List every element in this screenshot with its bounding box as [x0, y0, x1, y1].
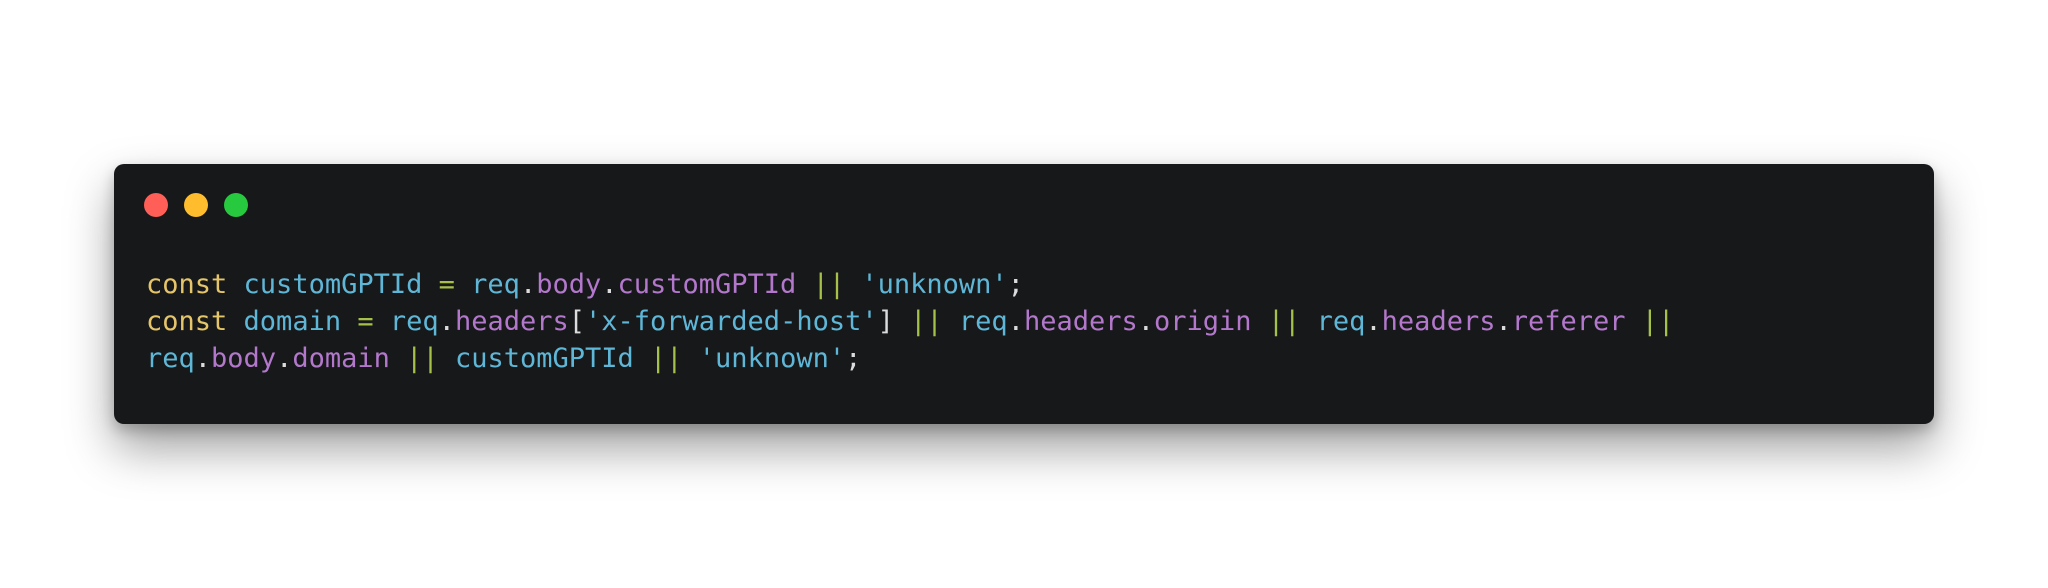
code-token-punctuation — [943, 306, 959, 337]
code-token-operator: || — [910, 306, 943, 337]
code-token-punctuation — [374, 306, 390, 337]
code-token-operator: || — [650, 343, 683, 374]
code-token-punctuation — [1626, 306, 1642, 337]
code-token-punctuation: . — [1365, 306, 1382, 337]
code-token-operator: = — [438, 269, 455, 300]
code-token-punctuation — [455, 269, 471, 300]
code-token-keyword: const — [146, 269, 228, 300]
code-token-punctuation: ] — [877, 306, 894, 337]
maximize-button[interactable] — [224, 193, 248, 217]
code-token-string: 'unknown' — [698, 343, 846, 374]
code-token-punctuation — [1300, 306, 1316, 337]
code-token-property: headers — [1381, 306, 1496, 337]
code-token-punctuation — [227, 306, 243, 337]
code-token-property: customGPTId — [617, 269, 797, 300]
code-token-operator: || — [1641, 306, 1675, 337]
code-token-property: referer — [1511, 306, 1626, 337]
code-token-punctuation: . — [519, 269, 537, 300]
code-token-identifier: customGPTId — [454, 343, 634, 374]
code-token-punctuation — [894, 306, 910, 337]
code-token-punctuation — [439, 343, 455, 374]
code-line: const domain = req.headers['x-forwarded-… — [146, 303, 1674, 340]
code-token-punctuation — [341, 306, 357, 337]
window-controls — [144, 193, 248, 217]
code-line: req.body.domain || customGPTId || 'unkno… — [146, 340, 1674, 377]
code-token-identifier: req — [389, 306, 439, 337]
code-token-identifier: req — [146, 343, 195, 374]
code-token-punctuation: . — [276, 343, 293, 374]
code-token-keyword: const — [146, 306, 228, 337]
code-token-operator: || — [406, 343, 439, 374]
code-token-punctuation: . — [1495, 306, 1512, 337]
code-block: const customGPTId = req.body.customGPTId… — [146, 266, 1674, 377]
code-token-property: headers — [1023, 306, 1138, 337]
code-token-punctuation: [ — [568, 306, 585, 337]
code-token-punctuation — [390, 343, 406, 374]
code-token-punctuation: . — [194, 343, 212, 374]
code-token-property: body — [536, 269, 602, 300]
code-token-property: domain — [292, 343, 390, 374]
code-token-property: body — [211, 343, 277, 374]
code-token-punctuation: . — [1137, 306, 1155, 337]
code-token-punctuation: . — [1007, 306, 1024, 337]
code-token-property: origin — [1154, 306, 1252, 337]
code-token-punctuation — [422, 269, 438, 300]
code-token-identifier: domain — [243, 306, 342, 337]
code-token-identifier: req — [1316, 306, 1366, 337]
code-token-punctuation — [227, 269, 243, 300]
code-token-identifier: req — [471, 269, 520, 300]
code-window: const customGPTId = req.body.customGPTId… — [114, 164, 1934, 424]
code-token-string: 'x-forwarded-host' — [585, 306, 878, 337]
code-token-operator: || — [812, 269, 846, 300]
code-token-punctuation — [634, 343, 650, 374]
code-token-punctuation — [796, 269, 812, 300]
code-token-string: 'unknown' — [861, 269, 1008, 300]
code-token-punctuation — [1252, 306, 1268, 337]
code-line: const customGPTId = req.body.customGPTId… — [146, 266, 1674, 303]
code-token-punctuation: ; — [1007, 269, 1024, 300]
code-token-identifier: customGPTId — [243, 269, 423, 300]
code-token-punctuation: . — [601, 269, 618, 300]
code-token-identifier: req — [958, 306, 1008, 337]
code-token-punctuation — [845, 269, 861, 300]
code-token-operator: || — [1267, 306, 1301, 337]
code-token-punctuation: ; — [845, 343, 862, 374]
close-button[interactable] — [144, 193, 168, 217]
code-token-operator: = — [357, 306, 374, 337]
minimize-button[interactable] — [184, 193, 208, 217]
code-token-punctuation: . — [438, 306, 455, 337]
code-token-punctuation — [683, 343, 699, 374]
code-token-property: headers — [454, 306, 569, 337]
